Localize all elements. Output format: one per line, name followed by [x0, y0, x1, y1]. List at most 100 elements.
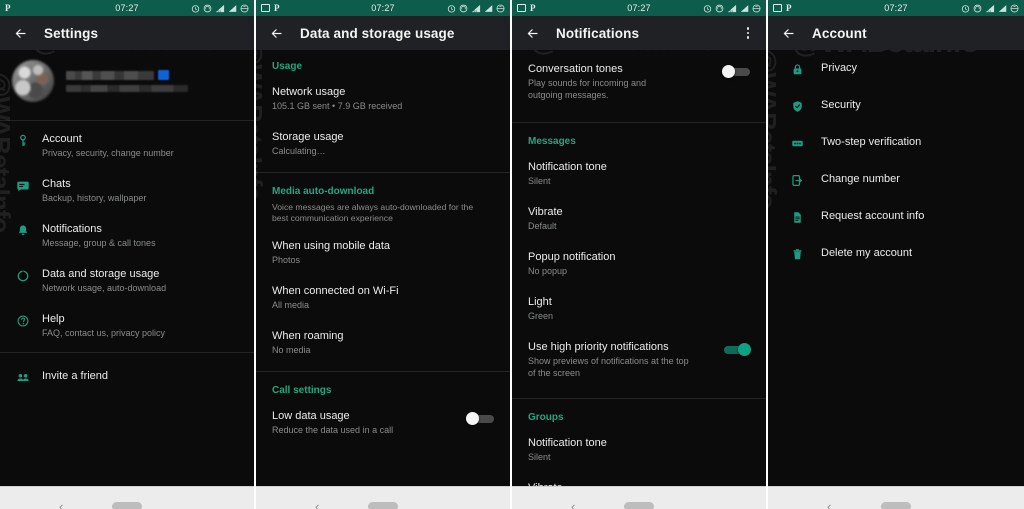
page-title: Settings — [44, 25, 99, 41]
item-subtitle: Green — [528, 311, 554, 321]
toggle-knob — [738, 343, 751, 356]
sidebar-item-text: Account Privacy, security, change number — [34, 132, 240, 159]
item-subtitle: Message, group & call tones — [42, 238, 156, 248]
list-item-security[interactable]: Security — [768, 87, 1024, 124]
list-item-delete-my-account[interactable]: Delete my account — [768, 235, 1024, 272]
trash-icon — [786, 246, 808, 261]
document-icon — [786, 209, 808, 224]
item-text: Conversation tones Play sounds for incom… — [528, 62, 714, 101]
back-arrow-icon[interactable] — [522, 23, 542, 43]
list-item-two-step-verification[interactable]: Two-step verification — [768, 124, 1024, 161]
list-item-storage-usage[interactable]: Storage usage Calculating… — [256, 121, 510, 166]
list-item-popup-notification[interactable]: Popup notification No popup — [512, 241, 766, 286]
signal-icon-2 — [484, 4, 493, 12]
list-item-when-roaming[interactable]: When roaming No media — [256, 320, 510, 365]
item-title: Privacy — [821, 62, 858, 74]
sidebar-item-account[interactable]: Account Privacy, security, change number — [0, 123, 254, 168]
back-arrow-icon[interactable] — [266, 23, 286, 43]
list-item-change-number[interactable]: Change number — [768, 161, 1024, 198]
signal-icon-2 — [228, 4, 237, 12]
item-title: Notifications — [42, 223, 102, 235]
list-item-messages-notification-tone[interactable]: Notification tone Silent — [512, 151, 766, 196]
item-subtitle: Backup, history, wallpaper — [42, 193, 147, 203]
item-text: Request account info — [808, 209, 1010, 223]
back-arrow-icon[interactable] — [10, 23, 30, 43]
list-item-low-data-usage[interactable]: Low data usage Reduce the data used in a… — [256, 400, 510, 445]
home-pill-icon[interactable] — [624, 501, 654, 509]
sidebar-item-chats[interactable]: Chats Backup, history, wallpaper — [0, 168, 254, 213]
back-arrow-icon[interactable] — [778, 23, 798, 43]
battery-icon — [1010, 4, 1019, 12]
item-subtitle: 105.1 GB sent • 7.9 GB received — [272, 101, 403, 111]
list-item-messages-vibrate[interactable]: Vibrate Default — [512, 196, 766, 241]
overflow-menu-icon[interactable] — [740, 23, 756, 43]
list-item-network-usage[interactable]: Network usage 105.1 GB sent • 7.9 GB rec… — [256, 76, 510, 121]
sidebar-item-help[interactable]: Help FAQ, contact us, privacy policy — [0, 303, 254, 348]
item-subtitle: Privacy, security, change number — [42, 148, 174, 158]
list-item-when-using-mobile-data[interactable]: When using mobile data Photos — [256, 230, 510, 275]
item-text: Two-step verification — [808, 135, 1010, 149]
item-subtitle: No media — [272, 345, 311, 355]
status-bar: P 07:27 — [256, 0, 510, 16]
list-item-use-high-priority-notifications[interactable]: Use high priority notifications Show pre… — [512, 331, 766, 388]
item-text: Notification tone Silent — [528, 160, 752, 187]
home-pill-icon[interactable] — [112, 501, 142, 509]
system-nav-bar: ‹ — [0, 486, 254, 509]
item-title: Two-step verification — [821, 136, 922, 148]
sidebar-item-invite-a-friend[interactable]: Invite a friend — [0, 357, 254, 394]
section-heading-messages: Messages — [528, 136, 576, 147]
signal-icon-2 — [740, 4, 749, 12]
item-text: Use high priority notifications Show pre… — [528, 340, 714, 379]
divider — [512, 398, 766, 399]
list-item-request-account-info[interactable]: Request account info — [768, 198, 1024, 235]
back-chevron-icon[interactable]: ‹ — [571, 500, 575, 509]
sidebar-item-text: Help FAQ, contact us, privacy policy — [34, 312, 240, 339]
high-priority-notifications-toggle[interactable] — [722, 343, 752, 356]
battery-icon — [240, 4, 249, 12]
toggle-knob — [466, 412, 479, 425]
profile-name-redacted — [66, 70, 154, 80]
divider — [0, 352, 254, 353]
home-pill-icon[interactable] — [881, 501, 911, 509]
lock-icon — [786, 61, 808, 76]
status-bar-right — [447, 4, 505, 13]
system-nav-bar: ‹ — [256, 486, 510, 509]
sidebar-item-text: Invite a friend — [34, 369, 240, 383]
divider — [512, 122, 766, 123]
item-text: Notification tone Silent — [528, 436, 752, 463]
phone-screen-settings: P 07:27 Settings @WABetaInfo @WABetaInfo — [0, 0, 256, 509]
item-title: Request account info — [821, 210, 925, 222]
divider — [256, 172, 510, 173]
back-chevron-icon[interactable]: ‹ — [59, 500, 63, 509]
item-title: Change number — [821, 173, 900, 185]
item-title: Use high priority notifications — [528, 341, 669, 353]
list-item-groups-vibrate[interactable]: Vibrate — [512, 472, 766, 486]
avatar[interactable] — [12, 60, 54, 102]
p-glyph-icon: P — [274, 3, 280, 13]
item-text: Security — [808, 98, 1010, 112]
back-chevron-icon[interactable]: ‹ — [827, 500, 831, 509]
profile-row[interactable] — [0, 50, 254, 114]
item-subtitle: Calculating… — [272, 146, 326, 156]
signal-icon — [727, 4, 737, 12]
item-subtitle: Network usage, auto-download — [42, 283, 167, 293]
sidebar-item-notifications[interactable]: Notifications Message, group & call tone… — [0, 213, 254, 258]
list-item-when-connected-on-wifi[interactable]: When connected on Wi-Fi All media — [256, 275, 510, 320]
list-item-conversation-tones[interactable]: Conversation tones Play sounds for incom… — [512, 50, 766, 110]
list-item-light[interactable]: Light Green — [512, 286, 766, 331]
low-data-usage-toggle[interactable] — [466, 412, 496, 425]
p-glyph-icon: P — [5, 3, 11, 13]
alarm-icon — [191, 4, 200, 13]
sidebar-item-data-and-storage-usage[interactable]: Data and storage usage Network usage, au… — [0, 258, 254, 303]
item-text: Light Green — [528, 295, 752, 322]
back-chevron-icon[interactable]: ‹ — [315, 500, 319, 509]
settings-content: Account Privacy, security, change number… — [0, 50, 254, 486]
profile-text — [66, 70, 242, 92]
headset-icon — [973, 4, 982, 12]
list-item-groups-notification-tone[interactable]: Notification tone Silent — [512, 427, 766, 472]
list-item-privacy[interactable]: Privacy — [768, 50, 1024, 87]
item-title: Vibrate — [528, 481, 752, 486]
battery-icon — [496, 4, 505, 12]
home-pill-icon[interactable] — [368, 501, 398, 509]
conversation-tones-toggle[interactable] — [722, 65, 752, 78]
